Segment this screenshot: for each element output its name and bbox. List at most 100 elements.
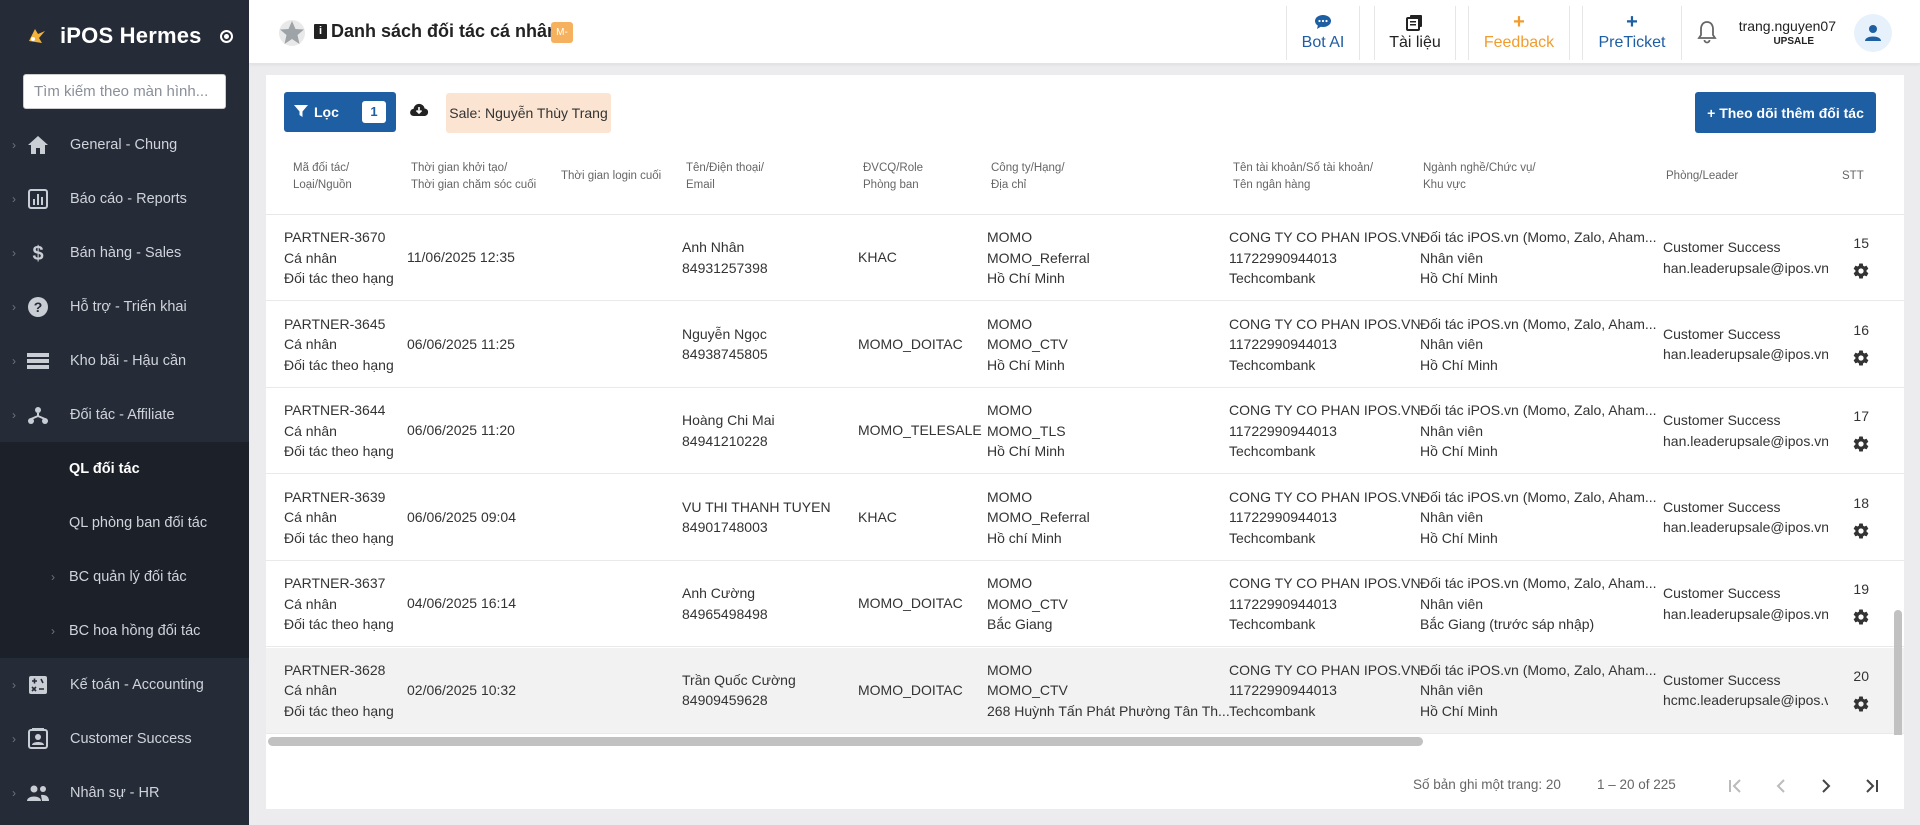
cell-text: VU THI THANH TUYEN: [682, 498, 831, 515]
brand-toggle-icon[interactable]: [219, 29, 233, 43]
sidebar-item[interactable]: › General - Chung: [0, 118, 249, 172]
stt-cell: 18: [1828, 474, 1904, 560]
cell-text: PARTNER-3644: [284, 402, 386, 418]
partner-code-cell: PARTNER-3628 Cá nhân Đối tác theo hạng: [284, 660, 394, 722]
industry-cell: Đối tác iPOS.vn (Momo, Zalo, Aham... Nhân…: [1420, 227, 1657, 289]
rows-per-page[interactable]: Số bản ghi một trang: 20: [1413, 777, 1561, 792]
company-cell: MOMO MOMO_Referral Hồ chí Minh: [987, 487, 1090, 549]
next-page-icon[interactable]: [1813, 773, 1839, 799]
industry-cell: Đối tác iPOS.vn (Momo, Zalo, Aham... Nhân…: [1420, 314, 1657, 376]
sidebar-item[interactable]: QL phòng ban đối tác: [0, 496, 249, 550]
gear-icon[interactable]: [1852, 608, 1870, 629]
cell-text: Bắc Giang: [987, 616, 1053, 632]
filter-button[interactable]: Lọc 1: [284, 92, 396, 132]
created-time-cell: 04/06/2025 16:14: [407, 593, 516, 614]
column-header[interactable]: Thời gian khởi tạo/Thời gian chăm sóc cu…: [411, 160, 536, 194]
sidebar-item[interactable]: › Customer Success: [0, 712, 249, 766]
cell-text: PARTNER-3670: [284, 229, 386, 245]
table-row[interactable]: PARTNER-3628 Cá nhân Đối tác theo hạng 02/0…: [266, 647, 1904, 734]
cell-text: MOMO: [987, 229, 1033, 245]
preticket-button[interactable]: + PreTicket: [1582, 6, 1682, 60]
cell-text: hcmc.leaderupsale@ipos.vn: [1663, 692, 1840, 708]
cell-text: han.leaderupsale@ipos.vn: [1663, 519, 1829, 535]
sidebar-item[interactable]: › Báo cáo - Reports: [0, 172, 249, 226]
cell-text: 84931257398: [682, 259, 768, 276]
chevron-right-icon: ›: [12, 246, 16, 260]
cell-text: PARTNER-3639: [284, 488, 386, 505]
cell-text: MOMO_Referral: [987, 249, 1090, 266]
cell-text: 06/06/2025 11:20: [407, 422, 515, 438]
column-header[interactable]: Phòng/Leader: [1666, 168, 1738, 185]
sidebar-item-label: BC quản lý đối tác: [69, 569, 187, 585]
gear-icon[interactable]: [1852, 435, 1870, 456]
notification-bell-icon[interactable]: [1696, 20, 1718, 47]
cell-text: Hồ Chí Minh: [987, 443, 1065, 459]
column-header[interactable]: ĐVCQ/Role Phòng ban: [863, 160, 923, 194]
column-header-text: Phòng ban: [863, 179, 919, 191]
sidebar-search-input[interactable]: [23, 74, 226, 109]
sidebar-item[interactable]: › Kế toán - Accounting: [0, 658, 249, 712]
dept-leader-cell: Customer Success han.leaderupsale@ipos.vn: [1663, 324, 1829, 365]
follow-partner-button[interactable]: + Theo dõi thêm đối tác: [1695, 92, 1876, 133]
docs-button[interactable]: Tài liệu: [1374, 6, 1456, 60]
table-row[interactable]: PARTNER-3639 Cá nhân Đối tác theo hạng 06/0…: [266, 474, 1904, 561]
first-page-icon[interactable]: [1724, 773, 1750, 799]
column-header[interactable]: Ngành nghề/Chức vụ/Khu vực: [1423, 160, 1536, 194]
preticket-label: PreTicket: [1598, 34, 1666, 51]
cell-text: Techcombank: [1229, 356, 1316, 373]
cell-text: CONG TY CO PHAN IPOS.VN: [1229, 661, 1421, 678]
vertical-scrollbar[interactable]: [1894, 610, 1902, 735]
sidebar-item[interactable]: QL đối tác: [0, 442, 249, 496]
menu-code-badge: M-: [551, 22, 573, 43]
sidebar-item[interactable]: › Đối tác - Affiliate: [0, 388, 249, 442]
sidebar-item[interactable]: › Nhân sự - HR: [0, 766, 249, 820]
column-header-text: Khu vực: [1423, 179, 1466, 191]
gear-icon[interactable]: [1852, 695, 1870, 716]
info-icon[interactable]: i: [314, 24, 327, 39]
last-page-icon[interactable]: [1857, 773, 1883, 799]
column-header[interactable]: Tên/Điện thoại/Email: [686, 160, 764, 194]
gear-icon[interactable]: [1852, 262, 1870, 283]
favorite-star-icon[interactable]: [277, 19, 307, 50]
cell-text: Nhân viên: [1420, 682, 1484, 698]
column-header[interactable]: Tên tài khoản/Số tài khoản/Tên ngân hàng: [1233, 160, 1373, 194]
sale-filter-chip[interactable]: Sale: Nguyễn Thùy Trang: [446, 93, 611, 133]
column-header[interactable]: Mã đối tác/Loại/Nguồn: [293, 160, 352, 194]
table-row[interactable]: PARTNER-3645 Cá nhân Đối tác theo hạng 06/0…: [266, 301, 1904, 388]
column-header[interactable]: Công ty/Hạng/Địa chỉ: [991, 160, 1065, 194]
dept-leader-cell: Customer Success hcmc.leaderupsale@ipos.v…: [1663, 670, 1839, 711]
sidebar-item[interactable]: › $ Bán hàng - Sales: [0, 226, 249, 280]
stt-cell: 15: [1828, 215, 1904, 300]
sidebar-item[interactable]: › BC quản lý đối tác: [0, 550, 249, 604]
stt-cell: 20: [1828, 647, 1904, 733]
cell-text: Hồ Chí Minh: [1420, 270, 1498, 286]
sidebar-item[interactable]: › Kho bãi - Hậu cần: [0, 334, 249, 388]
created-time-cell: 06/06/2025 11:20: [407, 420, 515, 441]
sidebar-item[interactable]: › BC hoa hồng đối tác: [0, 604, 249, 658]
column-header[interactable]: Thời gian login cuối: [561, 168, 661, 185]
name-phone-cell: Trần Quốc Cường 84909459628: [682, 670, 796, 711]
name-phone-cell: Nguyễn Ngọc 84938745805: [682, 324, 768, 365]
gear-icon[interactable]: [1852, 522, 1870, 543]
gear-icon[interactable]: [1852, 349, 1870, 370]
column-header-text: Tên ngân hàng: [1233, 179, 1311, 191]
column-header[interactable]: STT: [1842, 168, 1864, 185]
feedback-button[interactable]: + Feedback: [1468, 6, 1570, 60]
bot-ai-button[interactable]: Bot AI: [1286, 6, 1360, 60]
horizontal-scrollbar[interactable]: [268, 737, 1423, 746]
table-row[interactable]: PARTNER-3644 Cá nhân Đối tác theo hạng 06/0…: [266, 388, 1904, 474]
user-name[interactable]: trang.nguyen07: [1734, 18, 1836, 34]
sidebar-item-label: Đối tác - Affiliate: [70, 407, 175, 423]
prev-page-icon[interactable]: [1768, 773, 1794, 799]
table-row[interactable]: PARTNER-3637 Cá nhân Đối tác theo hạng 04/0…: [266, 561, 1904, 647]
cell-text: Nhân viên: [1420, 249, 1484, 266]
brand[interactable]: iPOS Hermes: [0, 0, 249, 72]
cloud-download-icon[interactable]: [409, 102, 429, 121]
cell-text: Hồ Chí Minh: [1420, 356, 1498, 373]
cell-text: Techcombank: [1229, 529, 1316, 546]
table-row[interactable]: PARTNER-3670 Cá nhân Đối tác theo hạng 11/0…: [266, 215, 1904, 301]
sidebar-item[interactable]: ›? Hỗ trợ - Triển khai: [0, 280, 249, 334]
avatar[interactable]: [1854, 14, 1892, 52]
cell-text: Hoàng Chi Mai: [682, 412, 775, 428]
role-cell: KHAC: [858, 507, 897, 528]
